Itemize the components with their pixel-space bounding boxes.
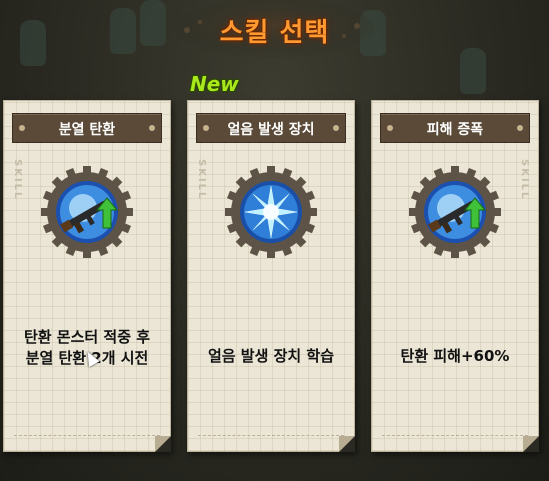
card-fold: [339, 436, 355, 452]
skill-name: 피해 증폭: [426, 122, 484, 138]
new-badge: New: [190, 72, 239, 96]
skill-description: 탄환 피해+60%: [372, 346, 538, 367]
skill-watermark: SKILL: [519, 159, 530, 201]
skill-watermark: SKILL: [196, 159, 207, 201]
skill-name: 분열 탄환: [58, 122, 116, 138]
skill-card-ice-generator[interactable]: 얼음 발생 장치 SKILL 얼음 발생 장치 학습: [187, 100, 355, 452]
background-zombie: [20, 20, 46, 66]
card-header: 분열 탄환: [12, 113, 162, 143]
background-zombie: [140, 0, 166, 46]
card-fold: [155, 436, 171, 452]
skill-description-line: 탄환 피해+60%: [400, 347, 510, 365]
rifle-upgrade-icon: [409, 166, 501, 258]
ice-crystal-icon: [225, 166, 317, 258]
screen-title: 스킬 선택: [219, 18, 330, 48]
card-fold: [523, 436, 539, 452]
title-banner: 스킬 선택: [172, 0, 377, 58]
card-divider: [382, 435, 528, 437]
skill-card-split-bullet[interactable]: 분열 탄환 SKILL 탄환 몬스터 적중 후 분열 탄환 2개 시전: [3, 100, 171, 452]
skill-card-damage-boost[interactable]: 피해 증폭 SKILL 탄환 피해+60%: [371, 100, 539, 452]
card-header: 피해 증폭: [380, 113, 530, 143]
skill-description-line: 탄환 몬스터 적중 후: [23, 328, 151, 346]
skill-watermark: SKILL: [12, 159, 23, 201]
rifle-upgrade-icon: [41, 166, 133, 258]
skill-description: 얼음 발생 장치 학습: [188, 346, 354, 367]
background-zombie: [460, 48, 486, 94]
card-divider: [14, 435, 160, 437]
skill-description-line: 얼음 발생 장치 학습: [207, 347, 335, 365]
card-divider: [198, 435, 344, 437]
card-header: 얼음 발생 장치: [196, 113, 346, 143]
background-zombie: [110, 8, 136, 54]
skill-name: 얼음 발생 장치: [227, 122, 315, 138]
